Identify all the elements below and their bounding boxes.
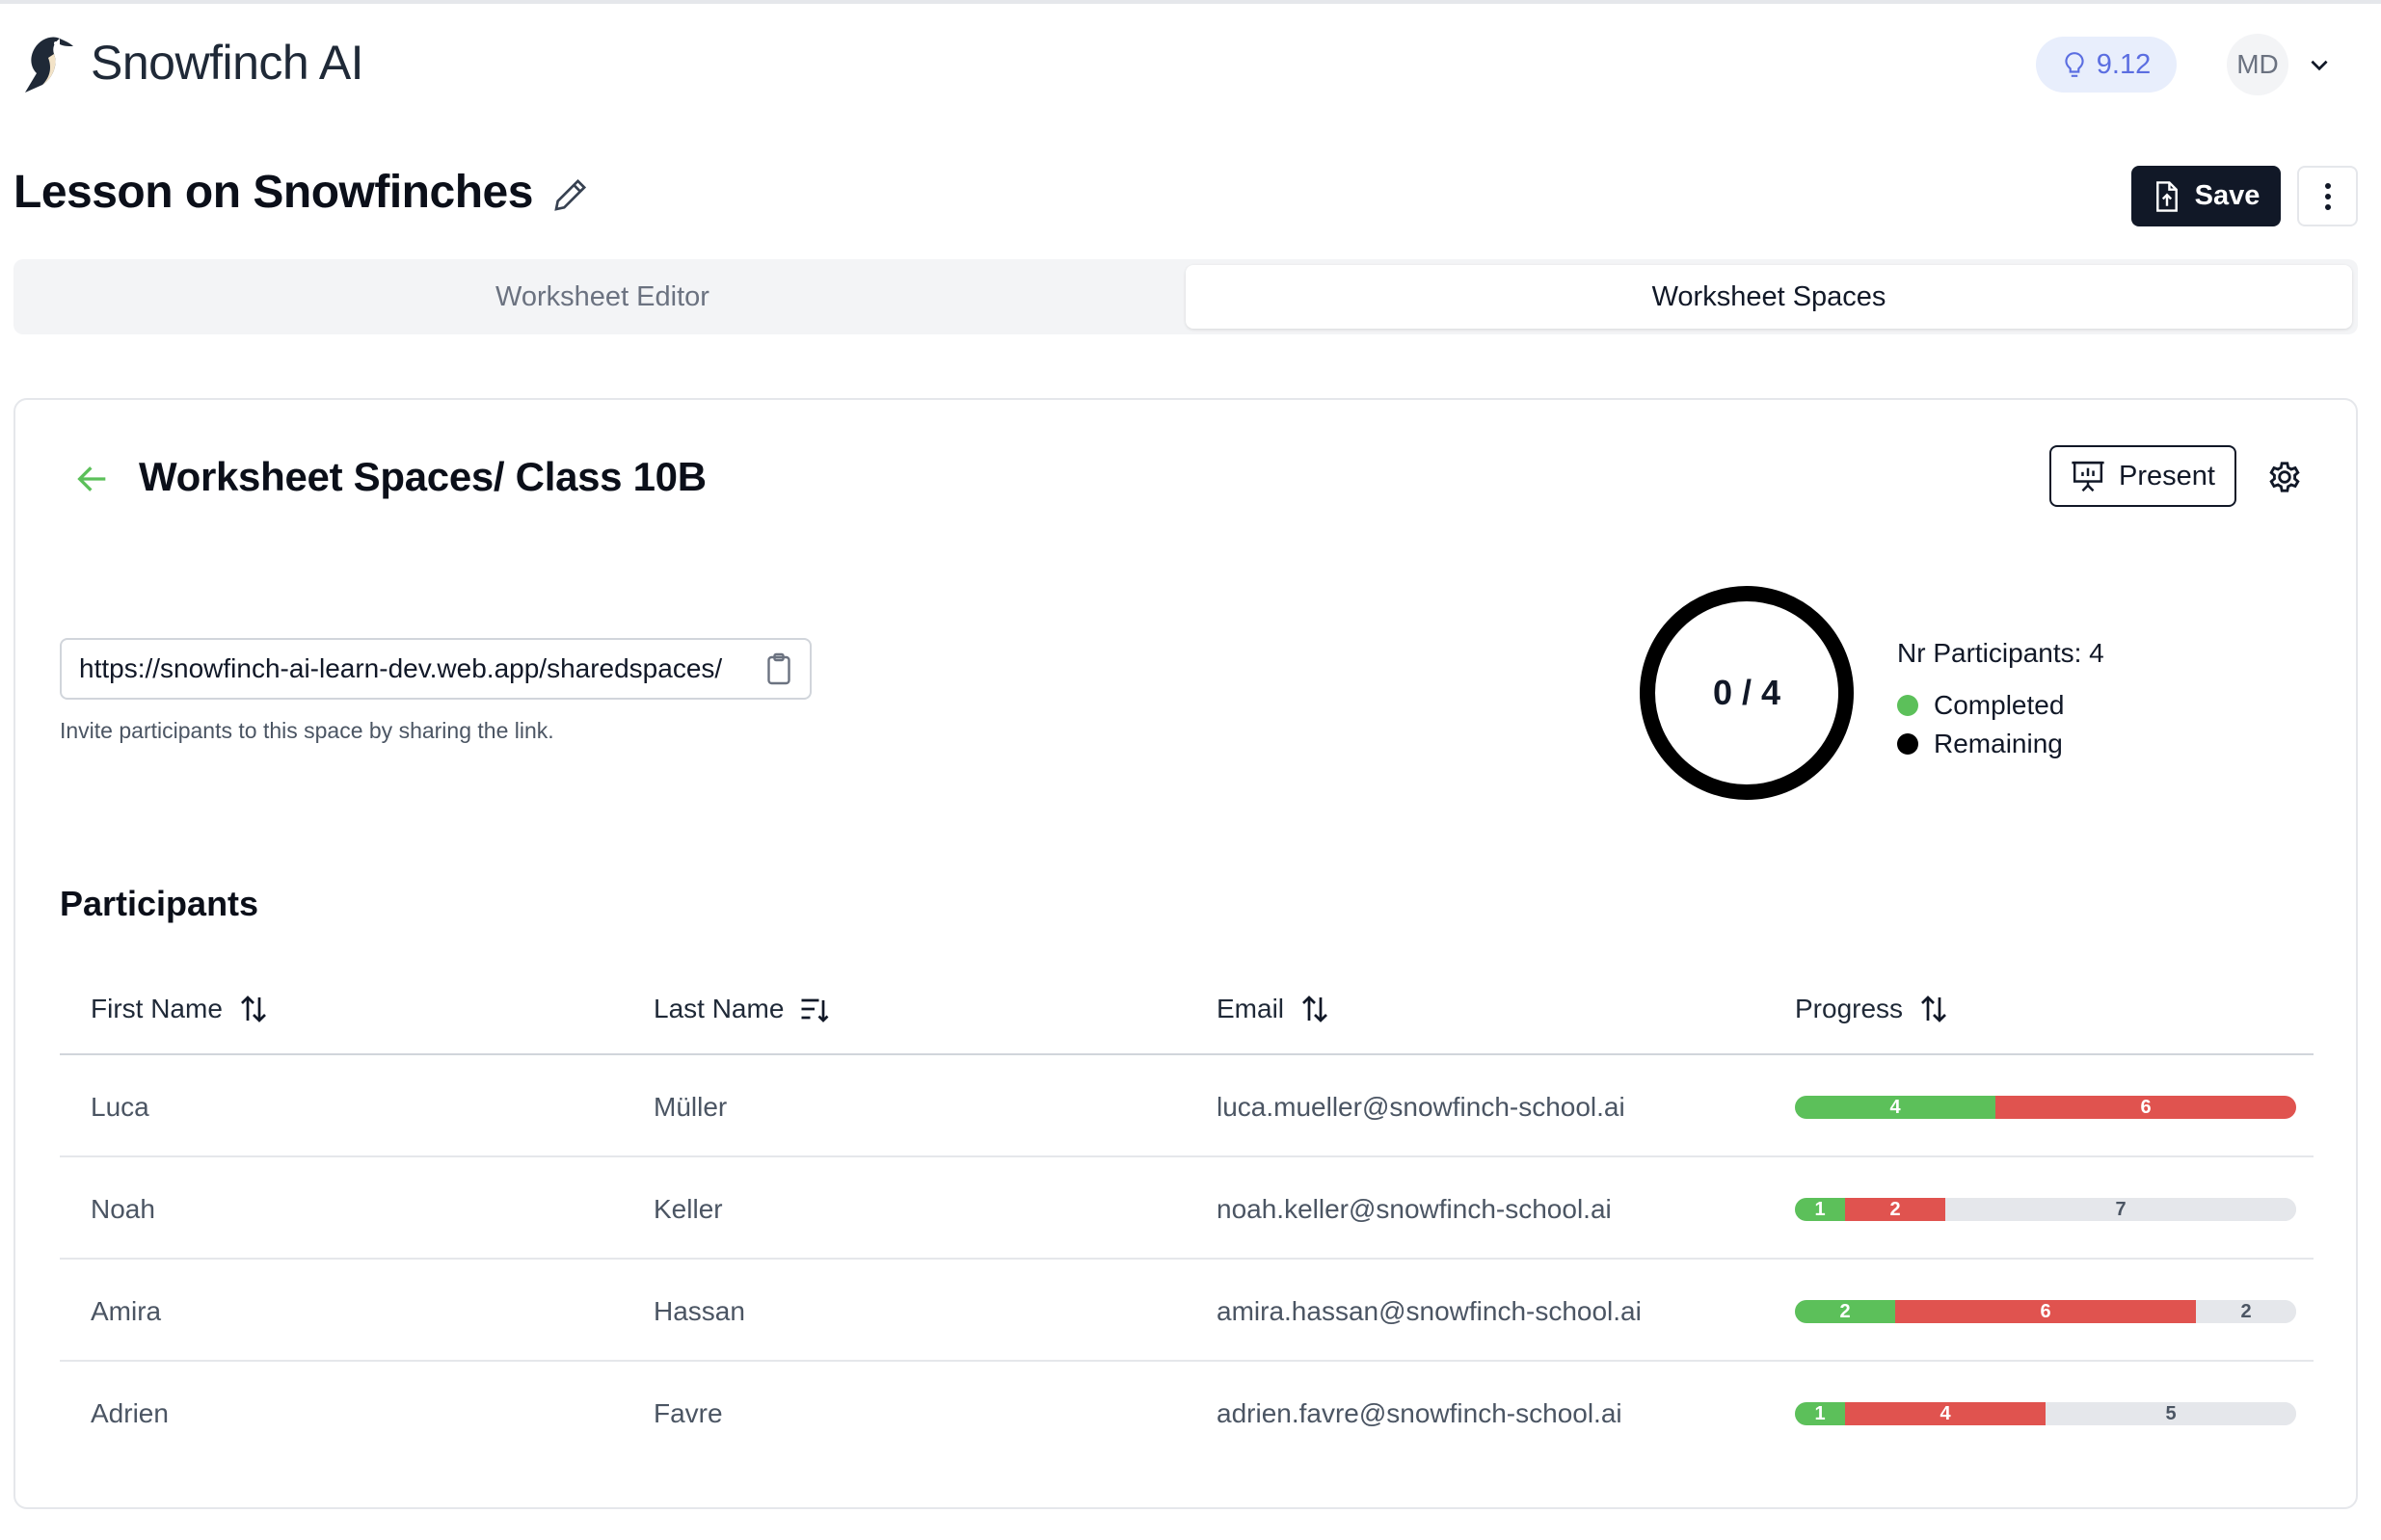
space-title: Worksheet Spaces/ Class 10B bbox=[139, 454, 707, 499]
file-upload-icon bbox=[2155, 180, 2178, 212]
chevron-down-icon[interactable] bbox=[2307, 52, 2332, 77]
column-email[interactable]: Email bbox=[1217, 992, 1332, 1026]
table-row[interactable]: Luca Müller luca.mueller@snowfinch-schoo… bbox=[60, 1055, 2314, 1157]
lesson-title: Lesson on Snowfinches bbox=[13, 167, 533, 218]
lightbulb-icon bbox=[2065, 52, 2084, 77]
credits-value: 9.12 bbox=[2096, 48, 2152, 80]
cell-first-name: Amira bbox=[91, 1296, 162, 1326]
table-header: First Name Last Name Email Progress bbox=[60, 959, 2314, 1055]
cell-email: amira.hassan@snowfinch-school.ai bbox=[1217, 1296, 1642, 1326]
progress-correct: 4 bbox=[1795, 1096, 1995, 1119]
gear-icon[interactable] bbox=[2265, 458, 2304, 496]
cell-last-name: Hassan bbox=[654, 1296, 745, 1326]
save-label: Save bbox=[2194, 180, 2261, 211]
progress-correct: 1 bbox=[1795, 1198, 1845, 1221]
column-progress[interactable]: Progress bbox=[1795, 992, 1951, 1026]
progress-correct: 1 bbox=[1795, 1402, 1845, 1425]
table-row[interactable]: Noah Keller noah.keller@snowfinch-school… bbox=[60, 1157, 2314, 1260]
progress-open: 7 bbox=[1945, 1198, 2296, 1221]
sort-up-down-icon[interactable] bbox=[1298, 992, 1332, 1026]
presentation-icon bbox=[2072, 461, 2104, 492]
sort-lines-icon[interactable] bbox=[797, 992, 832, 1026]
snowfinch-logo-icon[interactable] bbox=[15, 29, 75, 96]
legend-completed-label: Completed bbox=[1934, 690, 2065, 720]
legend-completed: Completed bbox=[1897, 690, 2064, 721]
participants-heading: Participants bbox=[60, 884, 259, 923]
completion-count: 0 / 4 bbox=[1712, 673, 1781, 712]
sort-up-down-icon[interactable] bbox=[1916, 992, 1951, 1026]
present-label: Present bbox=[2119, 460, 2215, 491]
app-name: Snowfinch AI bbox=[91, 36, 364, 90]
share-link-field bbox=[60, 638, 812, 700]
share-link-input[interactable] bbox=[79, 640, 744, 698]
present-button[interactable]: Present bbox=[2049, 445, 2236, 507]
column-last-name[interactable]: Last Name bbox=[654, 992, 832, 1026]
cell-first-name: Noah bbox=[91, 1194, 155, 1224]
tab-bar: Worksheet Editor Worksheet Spaces bbox=[13, 259, 2358, 334]
cell-last-name: Müller bbox=[654, 1092, 728, 1122]
progress-open: 5 bbox=[2046, 1402, 2296, 1425]
credits-badge[interactable]: 9.12 bbox=[2036, 37, 2177, 93]
progress-bar: 4 6 0 bbox=[1795, 1096, 2296, 1119]
cell-email: luca.mueller@snowfinch-school.ai bbox=[1217, 1092, 1625, 1122]
progress-wrong: 4 bbox=[1845, 1402, 2046, 1425]
column-first-name[interactable]: First Name bbox=[91, 992, 271, 1026]
app-header: Snowfinch AI 9.12 MD bbox=[0, 4, 2381, 121]
cell-email: noah.keller@snowfinch-school.ai bbox=[1217, 1194, 1612, 1224]
table-row[interactable]: Amira Hassan amira.hassan@snowfinch-scho… bbox=[60, 1260, 2314, 1362]
completed-dot-icon bbox=[1897, 695, 1918, 716]
more-vertical-icon bbox=[2324, 182, 2331, 210]
cell-last-name: Favre bbox=[654, 1398, 723, 1428]
cell-last-name: Keller bbox=[654, 1194, 723, 1224]
progress-wrong: 2 bbox=[1845, 1198, 1945, 1221]
invite-hint: Invite participants to this space by sha… bbox=[60, 718, 554, 743]
progress-wrong: 6 bbox=[1895, 1300, 2196, 1323]
progress-bar: 1 2 7 bbox=[1795, 1198, 2296, 1221]
progress-open: 2 bbox=[2196, 1300, 2296, 1323]
legend-remaining-label: Remaining bbox=[1934, 729, 2063, 758]
tab-worksheet-editor[interactable]: Worksheet Editor bbox=[19, 265, 1186, 329]
pencil-edit-icon[interactable] bbox=[551, 175, 590, 214]
cell-first-name: Luca bbox=[91, 1092, 149, 1122]
participants-table: First Name Last Name Email Progress Luca… bbox=[60, 959, 2314, 1464]
tab-worksheet-spaces[interactable]: Worksheet Spaces bbox=[1186, 265, 2352, 329]
more-options-button[interactable] bbox=[2297, 166, 2358, 226]
progress-wrong: 6 bbox=[1995, 1096, 2296, 1119]
cell-first-name: Adrien bbox=[91, 1398, 169, 1428]
cell-email: adrien.favre@snowfinch-school.ai bbox=[1217, 1398, 1622, 1428]
table-row[interactable]: Adrien Favre adrien.favre@snowfinch-scho… bbox=[60, 1362, 2314, 1464]
legend-remaining: Remaining bbox=[1897, 729, 2063, 759]
user-avatar[interactable]: MD bbox=[2227, 34, 2288, 95]
worksheet-space-card: Worksheet Spaces/ Class 10B Present Invi… bbox=[13, 398, 2358, 1509]
sort-up-down-icon[interactable] bbox=[236, 992, 271, 1026]
progress-correct: 2 bbox=[1795, 1300, 1895, 1323]
progress-bar: 1 4 5 bbox=[1795, 1402, 2296, 1425]
back-arrow-icon[interactable] bbox=[73, 460, 112, 498]
clipboard-copy-icon[interactable] bbox=[762, 651, 796, 686]
save-button[interactable]: Save bbox=[2131, 166, 2281, 226]
participant-count: Nr Participants: 4 bbox=[1897, 638, 2104, 668]
remaining-dot-icon bbox=[1897, 733, 1918, 755]
progress-bar: 2 6 2 bbox=[1795, 1300, 2296, 1323]
